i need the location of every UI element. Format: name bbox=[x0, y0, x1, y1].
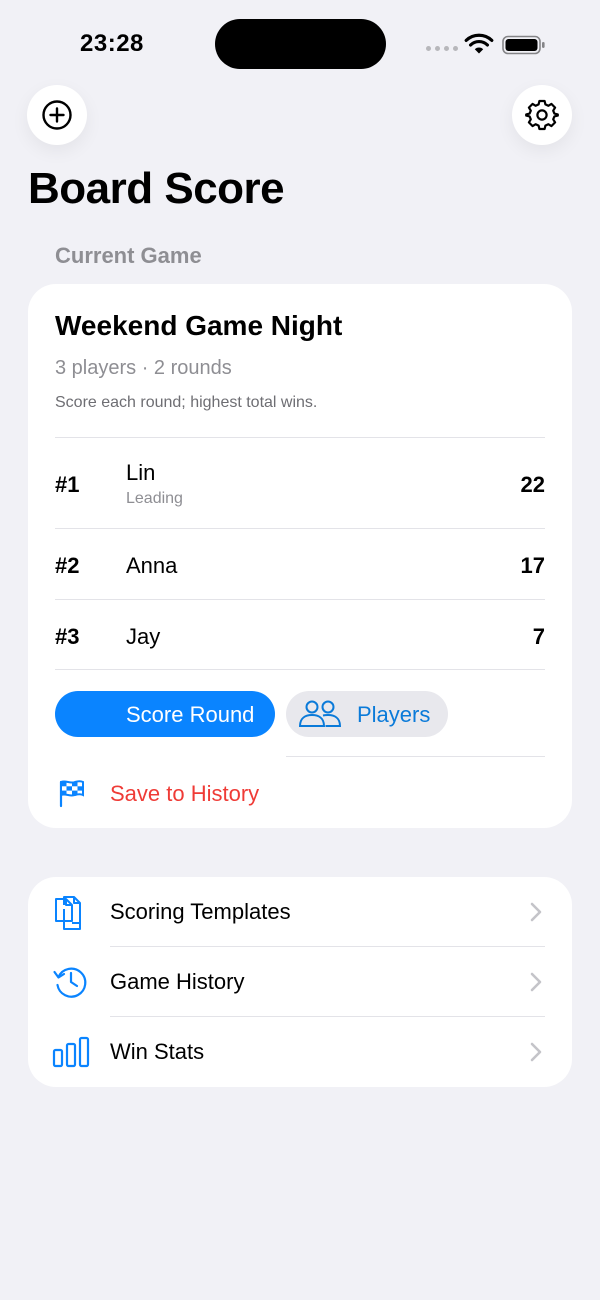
chevron-right-icon bbox=[530, 902, 542, 922]
player-score: 17 bbox=[520, 553, 545, 578]
game-meta: 3 players · 2 rounds bbox=[55, 357, 232, 379]
menu-item-win-stats[interactable]: Win Stats bbox=[28, 1017, 572, 1087]
player-status: Leading bbox=[126, 490, 183, 507]
players-label: Players bbox=[357, 702, 431, 727]
section-label-current-game: Current Game bbox=[55, 243, 202, 268]
player-name: Jay bbox=[126, 624, 161, 649]
game-description: Score each round; highest total wins. bbox=[55, 394, 318, 411]
game-title: Weekend Game Night bbox=[55, 310, 343, 341]
dynamic-island bbox=[215, 19, 386, 69]
chevron-right-icon bbox=[530, 972, 542, 992]
status-time: 23:28 bbox=[80, 30, 144, 57]
player-rank: #1 bbox=[55, 472, 80, 497]
save-to-history-button[interactable]: Save to History bbox=[55, 772, 545, 816]
players-button[interactable]: Players bbox=[286, 691, 448, 737]
current-game-card: Weekend Game Night 3 players · 2 rounds … bbox=[28, 284, 572, 828]
menu-item-label: Scoring Templates bbox=[110, 899, 291, 924]
menu-card: Scoring Templates Game History Win Stats bbox=[28, 877, 572, 1087]
player-row[interactable]: #2 Anna 17 bbox=[55, 529, 545, 599]
add-game-button[interactable] bbox=[27, 85, 87, 145]
score-round-button[interactable]: Score Round bbox=[55, 691, 275, 737]
menu-item-game-history[interactable]: Game History bbox=[28, 947, 572, 1017]
plus-circle-icon bbox=[42, 100, 72, 130]
player-score: 22 bbox=[520, 472, 545, 497]
checkered-flag-icon bbox=[59, 780, 84, 808]
player-rank: #3 bbox=[55, 624, 80, 649]
gear-icon bbox=[525, 99, 559, 131]
status-bar: 23:28 bbox=[0, 0, 600, 90]
cellular-signal-icon bbox=[426, 46, 458, 54]
bar-chart-icon bbox=[52, 1036, 90, 1068]
player-score: 7 bbox=[532, 624, 545, 649]
save-to-history-label: Save to History bbox=[110, 781, 260, 806]
page-title: Board Score bbox=[28, 164, 285, 213]
wifi-icon bbox=[464, 33, 494, 54]
player-name: Lin bbox=[126, 460, 156, 485]
clock-history-icon bbox=[53, 967, 87, 998]
score-round-label: Score Round bbox=[126, 702, 255, 727]
documents-icon bbox=[55, 896, 81, 930]
people-icon bbox=[298, 700, 342, 727]
player-name: Anna bbox=[126, 553, 178, 578]
player-rank: #2 bbox=[55, 553, 80, 578]
menu-item-label: Win Stats bbox=[110, 1039, 205, 1064]
battery-icon bbox=[502, 35, 545, 55]
chevron-right-icon bbox=[530, 1042, 542, 1062]
divider bbox=[286, 756, 545, 757]
player-row[interactable]: #3 Jay 7 bbox=[55, 600, 545, 670]
player-row[interactable]: #1 Lin Leading 22 bbox=[55, 438, 545, 528]
settings-button[interactable] bbox=[512, 85, 572, 145]
menu-item-scoring-templates[interactable]: Scoring Templates bbox=[28, 877, 572, 947]
divider bbox=[55, 669, 545, 670]
menu-item-label: Game History bbox=[110, 969, 245, 994]
